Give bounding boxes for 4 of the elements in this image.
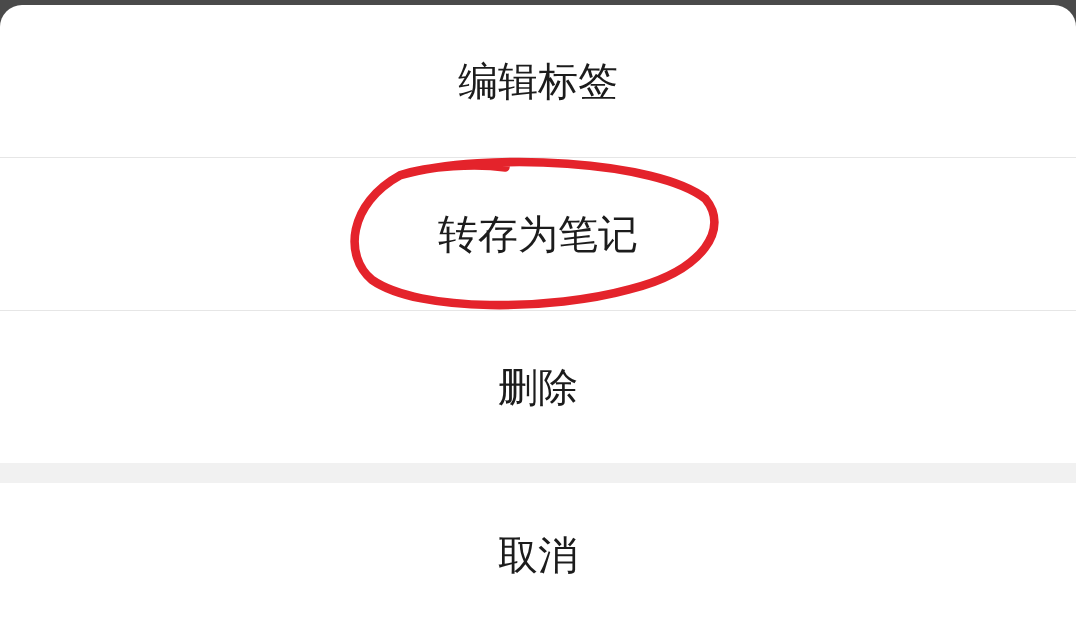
cancel-button[interactable]: 取消 bbox=[488, 524, 588, 587]
menu-item[interactable]: 删除 bbox=[488, 355, 588, 419]
menu-item[interactable]: 转存为笔记 bbox=[428, 202, 648, 266]
menu-item[interactable]: 编辑标签 bbox=[448, 49, 628, 113]
